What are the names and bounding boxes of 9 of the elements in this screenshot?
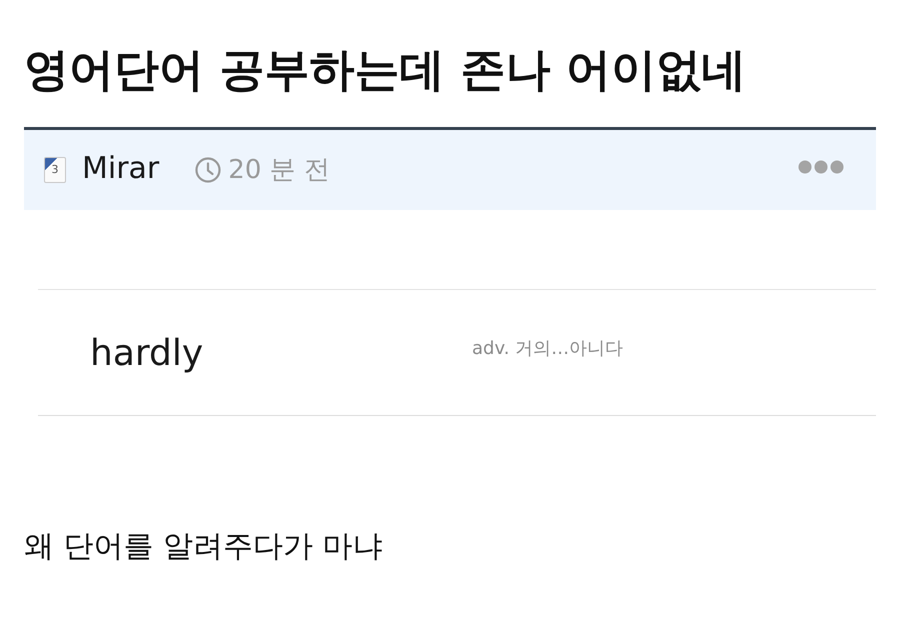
dictionary-word: hardly	[90, 332, 204, 376]
word-definition: adv. 거의…아니다	[472, 338, 624, 360]
post-body-text: 왜 단어를 알려주다가 마냐	[24, 528, 384, 566]
post-time: 20 분 전	[228, 154, 330, 186]
more-icon[interactable]	[798, 160, 844, 174]
user-level-badge: 3	[44, 157, 66, 183]
clock-icon	[195, 157, 222, 183]
post-title: 영어단어 공부하는데 존나 어이없네	[24, 42, 747, 95]
author-name[interactable]: Mirar	[82, 151, 160, 187]
